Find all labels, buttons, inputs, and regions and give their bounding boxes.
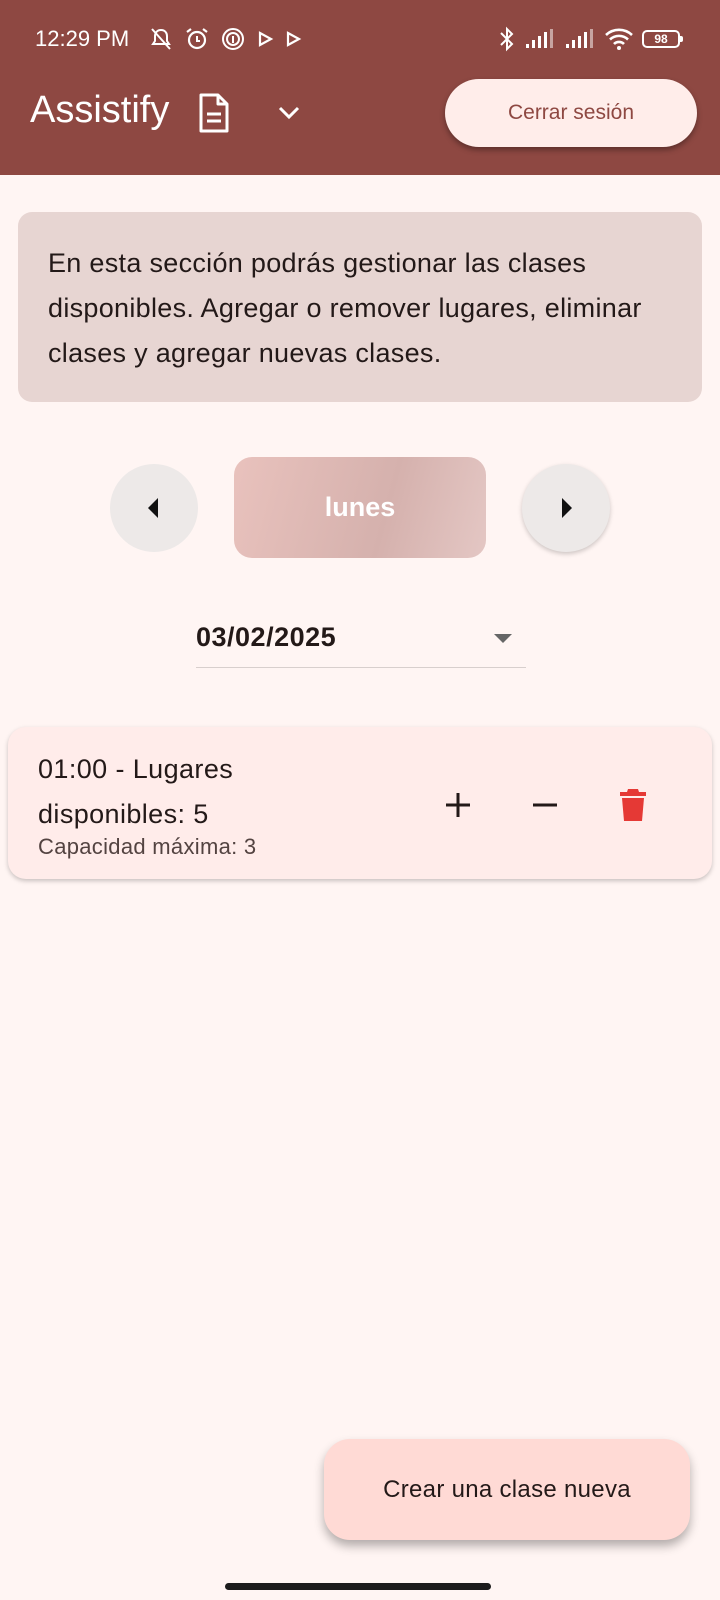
document-icon <box>199 93 229 133</box>
dropdown-arrow-icon <box>494 634 512 643</box>
home-indicator <box>225 1583 491 1590</box>
status-bar: 12:29 PM 98 <box>0 0 720 80</box>
chevron-down-icon[interactable] <box>276 100 302 126</box>
next-day-button[interactable] <box>522 464 610 552</box>
status-right-icons: 98 <box>498 26 683 52</box>
arrow-left-icon <box>148 498 158 518</box>
fingerprint-icon <box>222 28 244 50</box>
day-text: lunes <box>324 492 396 522</box>
minus-icon <box>533 803 557 807</box>
signal-icon <box>526 29 553 48</box>
add-spot-button[interactable] <box>434 781 482 829</box>
wifi-icon <box>605 28 633 50</box>
alarm-icon <box>186 28 208 50</box>
info-card: En esta sección podrás gestionar las cla… <box>18 212 702 402</box>
status-time: 12:29 PM <box>35 26 130 51</box>
class-title: 01:00 - Lugares disponibles: 5 <box>38 754 234 829</box>
previous-day-button[interactable] <box>110 464 198 552</box>
signal-icon <box>566 29 593 48</box>
battery-level: 98 <box>654 32 668 46</box>
plus-icon <box>446 793 470 817</box>
play-icon <box>286 31 302 47</box>
info-text: En esta sección podrás gestionar las cla… <box>48 248 642 368</box>
play-icon <box>258 31 274 47</box>
trash-icon <box>620 789 646 821</box>
class-card: 01:00 - Lugares disponibles: 5 Capacidad… <box>8 727 712 879</box>
top-app-bar: 12:29 PM 98 Assistify Cerrar sesión <box>0 0 720 175</box>
status-left-icons <box>148 26 302 52</box>
battery-icon: 98 <box>642 30 683 48</box>
arrow-right-icon <box>562 498 572 518</box>
bluetooth-icon <box>500 26 514 52</box>
logout-button[interactable]: Cerrar sesión <box>445 79 697 147</box>
app-title: Assistify <box>30 89 170 131</box>
class-capacity: Capacidad máxima: 3 <box>38 834 257 859</box>
date-value: 03/02/2025 <box>196 622 337 652</box>
delete-class-button[interactable] <box>609 781 657 829</box>
day-label: lunes <box>234 457 486 558</box>
app-bar: Assistify Cerrar sesión <box>0 79 720 175</box>
notifications-off-icon <box>151 28 171 50</box>
create-class-button[interactable]: Crear una clase nueva <box>324 1439 690 1540</box>
date-dropdown[interactable]: 03/02/2025 <box>196 610 526 668</box>
remove-spot-button[interactable] <box>521 781 569 829</box>
